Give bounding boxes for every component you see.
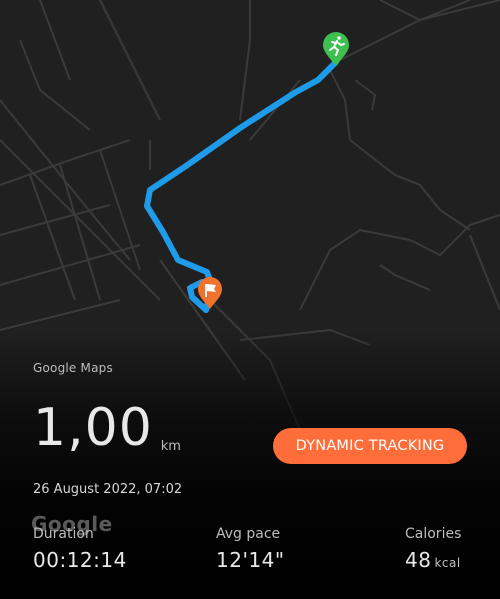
calories-stat: Calories 48 kcal: [405, 526, 461, 572]
calories-label: Calories: [405, 526, 462, 542]
pace-value: 12'14": [216, 548, 285, 572]
distance-display: 1,00 km: [33, 398, 181, 458]
calories-value: 48: [405, 548, 432, 572]
duration-label: Duration: [33, 526, 94, 542]
duration-value: 00:12:14: [33, 548, 127, 572]
distance-unit: km: [160, 439, 181, 454]
calories-value-row: 48 kcal: [405, 548, 461, 572]
pace-label: Avg pace: [216, 526, 281, 542]
pace-stat: Avg pace 12'14": [216, 526, 285, 572]
distance-value: 1,00: [33, 398, 153, 458]
dynamic-tracking-button[interactable]: DYNAMIC TRACKING: [273, 428, 467, 464]
duration-stat: Duration 00:12:14: [33, 526, 127, 572]
calories-unit: kcal: [434, 556, 461, 570]
map-attribution: Google Maps: [33, 361, 113, 375]
workout-datetime: 26 August 2022, 07:02: [33, 482, 183, 497]
